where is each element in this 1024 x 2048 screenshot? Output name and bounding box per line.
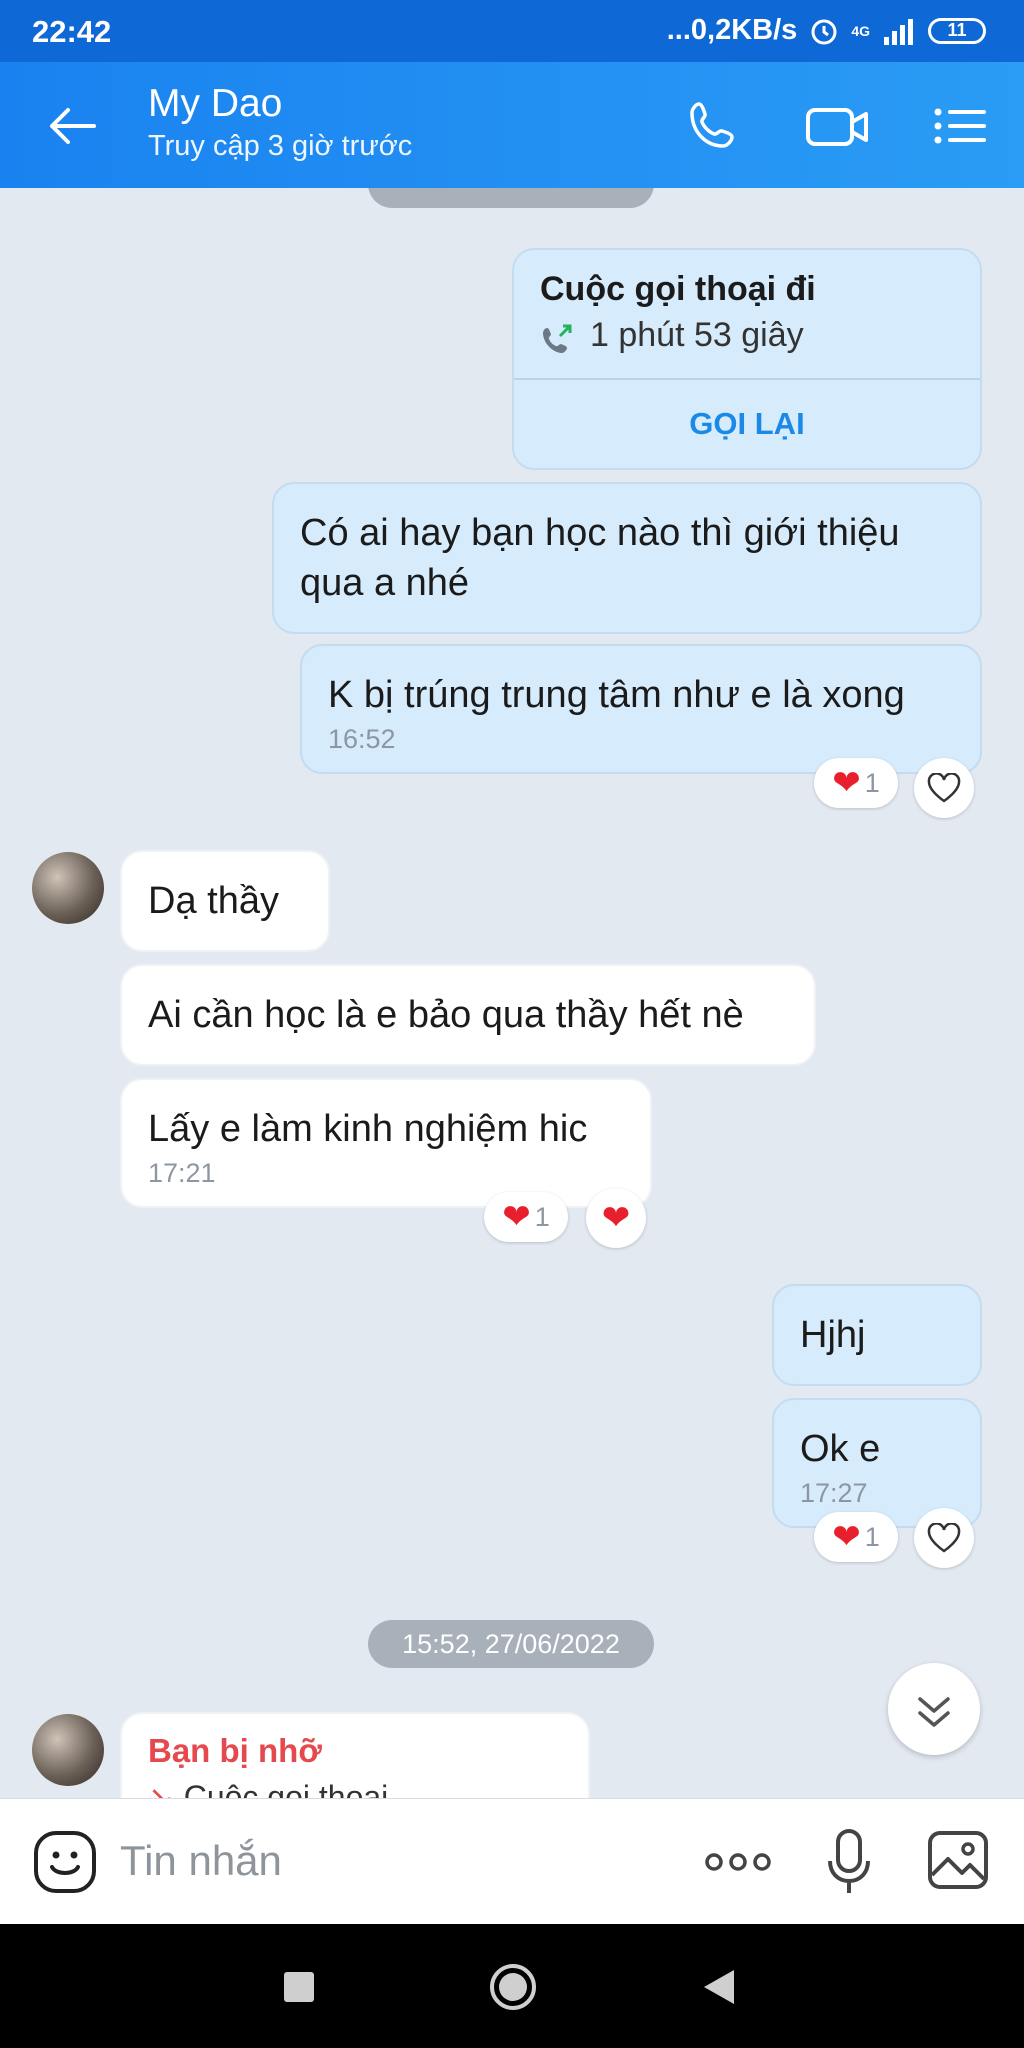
- message-time: 17:27: [800, 1478, 868, 1508]
- status-bar: 22:42 ...0,2KB/s 4G 11: [0, 0, 1024, 62]
- react-button[interactable]: [914, 758, 974, 818]
- contact-avatar[interactable]: [32, 852, 104, 924]
- message-composer: Tin nhắn: [0, 1798, 1024, 1925]
- menu-icon[interactable]: [932, 96, 988, 156]
- date-separator-partial: [368, 188, 654, 208]
- message-text: K bị trúng trung tâm như e là xong: [328, 674, 905, 716]
- reaction-count[interactable]: ❤ 1: [814, 758, 898, 808]
- message-bubble[interactable]: Lấy e làm kinh nghiệm hic 17:21: [120, 1078, 652, 1208]
- message-text: Có ai hay bạn học nào thì giới thiệu qua…: [300, 512, 900, 604]
- back-arrow-icon[interactable]: [44, 98, 100, 154]
- heart-icon: ❤: [601, 1199, 631, 1237]
- message-text: Ai cần học là e bảo qua thầy hết nè: [148, 994, 744, 1036]
- message-bubble[interactable]: Ai cần học là e bảo qua thầy hết nè: [120, 964, 816, 1066]
- call-duration: 1 phút 53 giây: [590, 316, 804, 354]
- reaction-count[interactable]: ❤ 1: [484, 1192, 568, 1242]
- image-icon[interactable]: [926, 1829, 990, 1891]
- last-seen: Truy cập 3 giờ trước: [148, 130, 413, 162]
- contact-avatar[interactable]: [32, 1714, 104, 1786]
- react-button[interactable]: ❤: [586, 1188, 646, 1248]
- reaction-number: 1: [864, 767, 880, 798]
- message-bubble[interactable]: Dạ thầy: [120, 850, 330, 952]
- heart-outline-icon: [927, 773, 961, 803]
- missed-call-title: Bạn bị nhỡ: [148, 1732, 322, 1769]
- microphone-icon[interactable]: [824, 1827, 874, 1899]
- heart-icon: ❤: [502, 1198, 531, 1236]
- reaction-number: 1: [864, 1521, 880, 1552]
- missed-call-sub: ↘ Cuộc gọi thoại: [148, 1778, 562, 1798]
- more-icon[interactable]: [702, 1839, 774, 1885]
- video-call-icon[interactable]: [804, 96, 872, 156]
- message-time: 16:52: [328, 724, 396, 754]
- missed-call-type: Cuộc gọi thoại: [183, 1779, 389, 1798]
- battery-icon: 11: [928, 17, 986, 44]
- call-back-button[interactable]: GỌI LẠI: [514, 378, 980, 470]
- date-separator: 15:52, 27/06/2022: [368, 1620, 654, 1668]
- message-text: Hjhj: [800, 1314, 866, 1356]
- home-button[interactable]: [490, 1964, 536, 2010]
- message-text: Dạ thầy: [148, 880, 279, 922]
- message-time: 17:21: [148, 1158, 216, 1188]
- message-bubble[interactable]: Hjhj: [772, 1284, 982, 1386]
- heart-icon: ❤: [832, 764, 861, 802]
- missed-call-card[interactable]: Bạn bị nhỡ ↘ Cuộc gọi thoại: [120, 1712, 590, 1798]
- outgoing-call-card: Cuộc gọi thoại đi 1 phút 53 giây GỌI LẠI: [512, 248, 982, 470]
- message-list[interactable]: Cuộc gọi thoại đi 1 phút 53 giây GỌI LẠI…: [0, 188, 1024, 1798]
- phone-icon[interactable]: [682, 96, 742, 156]
- reaction-count[interactable]: ❤ 1: [814, 1512, 898, 1562]
- message-bubble[interactable]: K bị trúng trung tâm như e là xong 16:52: [300, 644, 982, 774]
- react-button[interactable]: [914, 1508, 974, 1568]
- back-button[interactable]: [702, 1968, 736, 2006]
- signal-icon: [884, 18, 913, 45]
- message-input[interactable]: Tin nhắn: [120, 1837, 282, 1885]
- signal-type: 4G: [851, 22, 870, 39]
- reaction-number: 1: [534, 1201, 550, 1232]
- contact-name[interactable]: My Dao: [148, 82, 282, 126]
- heart-icon: ❤: [832, 1518, 861, 1556]
- heart-outline-icon: [927, 1523, 961, 1553]
- message-text: Ok e: [800, 1428, 881, 1470]
- double-chevron-down-icon: [918, 1697, 950, 1727]
- network-speed: ...0,2KB/s: [666, 14, 798, 46]
- missed-call-icon: ↘: [148, 1779, 175, 1798]
- outgoing-call-icon: [543, 324, 572, 353]
- sticker-icon[interactable]: [32, 1829, 98, 1895]
- message-bubble[interactable]: Có ai hay bạn học nào thì giới thiệu qua…: [272, 482, 982, 634]
- status-indicators: ...0,2KB/s 4G 11: [667, 14, 986, 47]
- status-time: 22:42: [32, 14, 112, 49]
- alarm-icon: [811, 19, 837, 44]
- chat-header: My Dao Truy cập 3 giờ trước: [0, 62, 1024, 188]
- scroll-to-bottom-button[interactable]: [888, 1663, 980, 1755]
- recent-apps-button[interactable]: [284, 1972, 314, 2002]
- battery-level: 11: [947, 20, 967, 40]
- message-text: Lấy e làm kinh nghiệm hic: [148, 1108, 588, 1150]
- system-navigation-bar: [0, 1924, 1024, 2048]
- call-title: Cuộc gọi thoại đi: [540, 270, 816, 308]
